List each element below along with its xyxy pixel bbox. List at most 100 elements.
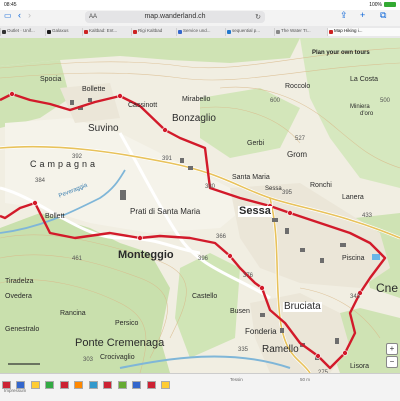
tab-4[interactable]: Service und...: [176, 28, 231, 36]
url-text: map.wanderland.ch: [144, 13, 206, 20]
tab-favicon: [329, 30, 333, 34]
new-tab-icon[interactable]: +: [360, 10, 365, 20]
share-icon[interactable]: ⇪: [340, 10, 348, 21]
place-label: Cne: [376, 281, 399, 295]
place-label: Ovedera: [5, 293, 32, 300]
zoom-out-button[interactable]: −: [386, 356, 398, 368]
elevation-label: 376: [243, 273, 254, 279]
place-label: Ponte Cremenaga: [75, 337, 165, 349]
elevation-label: 433: [362, 213, 373, 219]
impressum-link[interactable]: Impressum: [4, 388, 26, 393]
place-label: Sessa: [265, 186, 282, 192]
layer-swatches[interactable]: [2, 376, 171, 389]
place-label: Spocia: [40, 76, 62, 83]
elevation-label: 395: [282, 190, 293, 196]
place-label: Grom: [287, 150, 307, 159]
elevation-label: 396: [198, 256, 209, 262]
place-label: d'oro: [360, 111, 374, 117]
place-label: Bonzaglio: [172, 113, 216, 124]
place-label: Gerbi: [247, 140, 265, 147]
place-label: Sessa: [238, 205, 272, 217]
tab-favicon: [84, 30, 88, 34]
place-label: Fonderia: [245, 327, 277, 336]
address-bar[interactable]: AA map.wanderland.ch ↻: [85, 11, 265, 23]
place-label: Crocivaglio: [100, 354, 135, 361]
place-label: Campagna: [30, 159, 99, 169]
battery-icon: [384, 2, 396, 8]
place-label: Monteggio: [118, 249, 174, 261]
tab-favicon: [178, 30, 182, 34]
place-label: Miniera: [350, 104, 370, 110]
place-label: Prati di Santa Maria: [130, 207, 201, 216]
place-label: Genestralo: [5, 326, 40, 333]
browser-toolbar: ▭ ‹ › AA map.wanderland.ch ↻ ⇪ + ⧉: [0, 10, 400, 26]
place-label: Castello: [192, 293, 218, 300]
place-label: Persico: [115, 320, 139, 327]
place-label: Lanera: [342, 194, 364, 201]
layer-swatch[interactable]: [160, 381, 170, 389]
layer-swatch[interactable]: [59, 381, 69, 389]
place-label: Lisora: [350, 363, 370, 370]
elevation-label: 366: [216, 234, 227, 240]
elevation-label: 392: [72, 154, 83, 160]
place-label: Ramello: [262, 344, 299, 355]
place-label: Mirabello: [182, 96, 211, 103]
tab-favicon: [2, 30, 6, 34]
zoom-in-button[interactable]: +: [386, 343, 398, 355]
place-label: Piscina: [342, 255, 365, 262]
elevation-label: 527: [295, 136, 306, 142]
tab-5[interactable]: sequential p...: [225, 28, 280, 36]
tab-0[interactable]: Outlet · Unif...: [0, 28, 51, 36]
place-label: Santa Maria: [232, 174, 270, 181]
clock: 08:45: [4, 2, 17, 8]
layer-swatch[interactable]: [132, 381, 142, 389]
place-label: Bollette: [82, 86, 106, 93]
elevation-label: 303: [83, 357, 94, 363]
place-label: Suvino: [88, 123, 119, 134]
elevation-label: 461: [72, 256, 83, 262]
map-footer: Impressum Tessin 50 m: [0, 373, 400, 401]
place-label: Busen: [230, 308, 250, 315]
place-label: Bruciata: [283, 301, 322, 312]
elevation-label: 391: [162, 156, 173, 162]
place-label: Bollett: [45, 213, 65, 220]
elevation-label: 600: [270, 98, 281, 104]
plan-tours-banner[interactable]: Plan your own tours: [312, 50, 370, 56]
layer-swatch[interactable]: [30, 381, 40, 389]
elevation-label: 335: [238, 347, 249, 353]
elevation-label: 384: [35, 178, 46, 184]
ios-status-bar: 08:45 100%: [0, 0, 400, 10]
layer-swatch[interactable]: [88, 381, 98, 389]
elevation-label: 500: [380, 98, 391, 104]
tabs-overview-icon[interactable]: ⧉: [380, 10, 386, 21]
place-label: Cassinott: [128, 102, 158, 109]
place-label: Ronchi: [310, 182, 332, 189]
tab-6[interactable]: The Water Tr...: [274, 28, 333, 36]
layer-swatch[interactable]: [146, 381, 156, 389]
elevation-label: 343: [350, 294, 361, 300]
tab-favicon: [47, 30, 51, 34]
tab-favicon: [227, 30, 231, 34]
tab-7-active[interactable]: Map Hiking i...: [327, 28, 400, 36]
map-canvas[interactable]: Plan your own tours Spocia Bollette Cass…: [0, 38, 400, 373]
reload-icon[interactable]: ↻: [255, 13, 261, 21]
sidebar-icon[interactable]: ▭: [4, 11, 12, 20]
layer-swatch[interactable]: [117, 381, 127, 389]
forward-icon[interactable]: ›: [28, 10, 31, 20]
layer-swatch[interactable]: [74, 381, 84, 389]
tab-3[interactable]: Rigi Kaltbad: [131, 28, 182, 36]
place-label: La Costa: [350, 76, 379, 83]
layer-swatch[interactable]: [103, 381, 113, 389]
elevation-label: 380: [205, 184, 216, 190]
place-label: Roccolo: [285, 83, 311, 90]
tab-favicon: [276, 30, 280, 34]
back-icon[interactable]: ‹: [18, 10, 21, 20]
layer-swatch[interactable]: [45, 381, 55, 389]
scale-label: 50 m: [300, 377, 311, 382]
place-label: Rancina: [60, 310, 86, 317]
place-label: Tiradelza: [5, 278, 34, 285]
tab-2[interactable]: Kaltbad: Ent...: [82, 28, 137, 36]
region-label: Tessin: [230, 377, 243, 382]
battery-indicator: 100%: [369, 2, 396, 8]
map-graphic: [0, 38, 400, 373]
